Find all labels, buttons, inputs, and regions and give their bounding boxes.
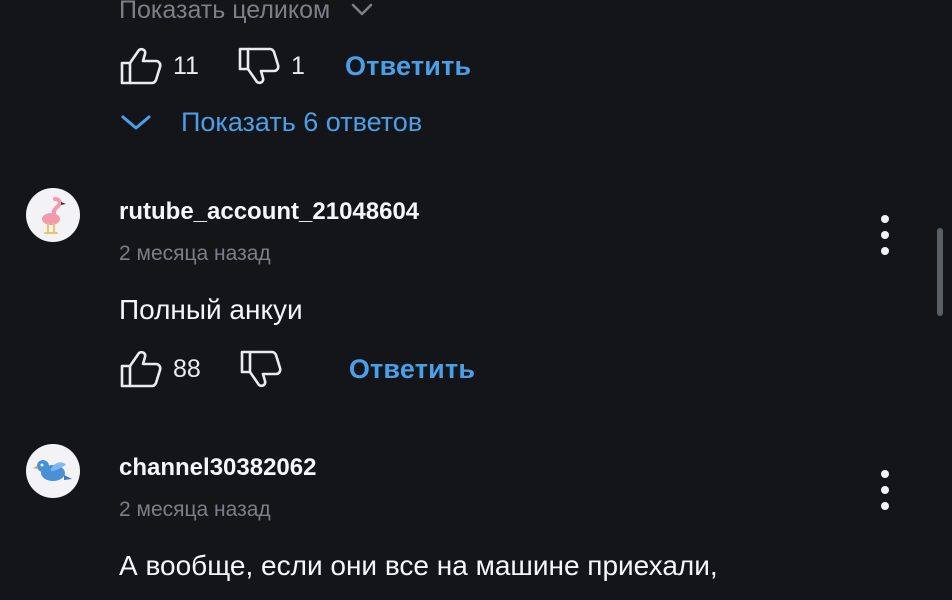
more-options-icon[interactable] xyxy=(870,205,900,265)
thumbs-up-icon xyxy=(120,47,162,85)
like-count: 88 xyxy=(173,354,201,383)
dislike-button[interactable]: 1 xyxy=(237,46,311,86)
bird-icon xyxy=(33,460,72,481)
flamingo-icon xyxy=(42,197,66,234)
scrollbar[interactable] xyxy=(937,228,943,316)
show-replies-label: Показать 6 ответов xyxy=(181,106,423,137)
avatar[interactable] xyxy=(26,188,80,242)
chevron-down-icon xyxy=(351,3,373,16)
more-options-icon[interactable] xyxy=(870,460,900,520)
like-button[interactable]: 88 xyxy=(119,349,201,389)
comment-username[interactable]: channel30382062 xyxy=(119,454,316,482)
show-full-label: Показать целиком xyxy=(119,0,331,24)
like-button[interactable]: 11 xyxy=(119,46,199,86)
comment-date: 2 месяца назад xyxy=(119,498,271,521)
avatar[interactable] xyxy=(26,444,80,498)
comment-text: Полный анкуи xyxy=(119,294,303,325)
comment-text: А вообще, если они все на машине приехал… xyxy=(119,550,718,581)
comment-date: 2 месяца назад xyxy=(119,242,271,265)
comment-actions: 88 Ответить xyxy=(119,347,475,391)
reply-button[interactable]: Ответить xyxy=(349,354,475,385)
show-replies-button[interactable]: Показать 6 ответов xyxy=(119,100,422,144)
dislike-count: 1 xyxy=(290,51,305,80)
comment-actions: 11 1 Ответить xyxy=(119,44,471,88)
like-count: 11 xyxy=(173,51,199,80)
show-full-button[interactable]: Показать целиком xyxy=(119,0,374,30)
thumbs-down-icon xyxy=(238,47,280,85)
thumbs-down-icon xyxy=(240,350,282,388)
thumbs-up-icon xyxy=(120,350,162,388)
chevron-down-icon xyxy=(121,115,151,130)
comment-username[interactable]: rutube_account_21048604 xyxy=(119,198,419,226)
dislike-button[interactable] xyxy=(239,349,283,389)
reply-button[interactable]: Ответить xyxy=(345,51,471,82)
comments-screen: Показать целиком 11 1 Ответить Показать … xyxy=(0,0,952,600)
